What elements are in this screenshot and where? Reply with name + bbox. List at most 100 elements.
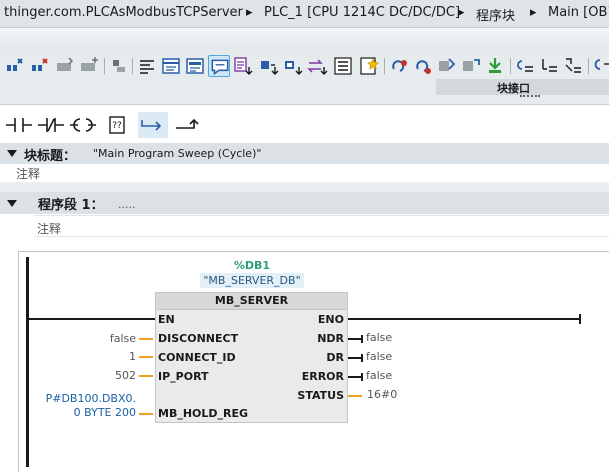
insert-row-icon[interactable] bbox=[54, 55, 76, 77]
open-branch-lad-icon[interactable] bbox=[138, 112, 168, 138]
pin-stub bbox=[139, 338, 153, 340]
splitter-grip[interactable] bbox=[520, 95, 540, 98]
param-ndr-value[interactable]: false bbox=[366, 331, 392, 344]
pin-connect-id: CONNECT_ID bbox=[158, 351, 236, 364]
pin-stub bbox=[348, 338, 362, 340]
insert-network-icon[interactable] bbox=[4, 55, 26, 77]
no-contact-icon[interactable] bbox=[4, 112, 34, 138]
pin-error: ERROR bbox=[301, 370, 344, 383]
network-title: 程序段 1： bbox=[38, 198, 104, 213]
block-comment-text[interactable]: 注释 bbox=[16, 165, 40, 182]
breadcrumb-program-blocks[interactable]: 程序块 bbox=[476, 5, 515, 24]
toolbar-separator bbox=[588, 58, 589, 74]
compare-icon[interactable] bbox=[592, 55, 609, 77]
block-title-value[interactable]: "Main Program Sweep (Cycle)" bbox=[93, 147, 261, 160]
param-dr-value[interactable]: false bbox=[366, 350, 392, 363]
empty-box-icon[interactable]: ?? bbox=[102, 112, 132, 138]
comment-bubble-icon[interactable] bbox=[208, 55, 230, 77]
go-online-icon[interactable] bbox=[388, 55, 410, 77]
breadcrumb-plc[interactable]: PLC_1 [CPU 1214C DC/DC/DC] bbox=[264, 5, 460, 20]
tia-portal-editor: thinger.com.PLCAsModbusTCPServer ▸ PLC_1… bbox=[0, 0, 609, 472]
toolbar-separator bbox=[384, 58, 385, 74]
assignment-list-icon[interactable] bbox=[538, 55, 560, 77]
pin-stub bbox=[348, 357, 362, 359]
breadcrumb: thinger.com.PLCAsModbusTCPServer ▸ PLC_1… bbox=[0, 0, 609, 28]
pin-en: EN bbox=[158, 313, 175, 326]
pin-stub-end bbox=[361, 373, 363, 381]
absolute-address-icon[interactable] bbox=[136, 55, 158, 77]
download-green-icon[interactable] bbox=[484, 55, 506, 77]
pin-disconnect: DISCONNECT bbox=[158, 332, 239, 345]
en-wire bbox=[29, 318, 155, 320]
function-block-name[interactable]: MB_SERVER bbox=[155, 294, 348, 307]
monitor-icon[interactable] bbox=[436, 55, 458, 77]
network-title-placeholder[interactable]: ..... bbox=[118, 198, 135, 211]
breadcrumb-separator: ▸ bbox=[246, 5, 253, 20]
pin-stub-end bbox=[361, 354, 363, 362]
pin-ip-port: IP_PORT bbox=[158, 370, 209, 383]
pin-status: STATUS bbox=[297, 389, 344, 402]
eno-wire bbox=[348, 318, 580, 320]
block-title-header[interactable] bbox=[0, 143, 609, 164]
monitoring-list-icon[interactable] bbox=[232, 55, 254, 77]
network-comment-field[interactable] bbox=[34, 215, 609, 237]
modify-icon[interactable] bbox=[460, 55, 482, 77]
breadcrumb-separator: ▸ bbox=[458, 5, 465, 20]
add-row-icon[interactable] bbox=[78, 55, 100, 77]
section-gap bbox=[0, 182, 609, 192]
favorites-star-icon[interactable] bbox=[358, 55, 380, 77]
coil-icon[interactable] bbox=[68, 112, 98, 138]
param-mb-hold-reg-value-line2[interactable]: 0 BYTE 200 bbox=[30, 406, 136, 419]
pin-stub bbox=[348, 376, 362, 378]
pin-ndr: NDR bbox=[317, 332, 344, 345]
editor-toolbar bbox=[0, 52, 609, 80]
toolbar-separator bbox=[132, 58, 133, 74]
collapse-triangle-icon[interactable] bbox=[7, 150, 17, 157]
download-instance-icon[interactable] bbox=[282, 55, 304, 77]
nc-contact-icon[interactable] bbox=[36, 112, 66, 138]
pin-stub bbox=[139, 413, 153, 415]
pin-stub-end bbox=[361, 335, 363, 343]
block-interface-label[interactable]: 块接口 bbox=[497, 80, 530, 96]
pin-mb-hold-reg: MB_HOLD_REG bbox=[158, 407, 249, 420]
pin-stub bbox=[139, 356, 153, 358]
network-comment-text[interactable]: 注释 bbox=[37, 220, 61, 237]
pin-stub bbox=[139, 375, 153, 377]
section-gap bbox=[0, 238, 609, 252]
breadcrumb-separator: ▸ bbox=[530, 5, 537, 20]
delete-network-icon[interactable] bbox=[29, 55, 51, 77]
param-error-value[interactable]: false bbox=[366, 369, 392, 382]
breadcrumb-project[interactable]: thinger.com.PLCAsModbusTCPServer bbox=[4, 5, 243, 20]
lad-instruction-bar: ?? bbox=[0, 104, 609, 142]
param-ip-port-value[interactable]: 502 bbox=[60, 369, 136, 382]
go-offline-icon[interactable] bbox=[412, 55, 434, 77]
toolbar-top-strip bbox=[0, 28, 609, 50]
instance-db-name[interactable]: %DB1 bbox=[200, 259, 304, 272]
overview-list-icon[interactable] bbox=[332, 55, 354, 77]
pin-dr: DR bbox=[326, 351, 344, 364]
param-mb-hold-reg-value-line1[interactable]: P#DB100.DBX0. bbox=[30, 392, 136, 405]
param-status-value[interactable]: 16#0 bbox=[367, 388, 397, 401]
power-rail bbox=[26, 257, 29, 467]
toolbar-separator bbox=[510, 58, 511, 74]
convert-block-icon[interactable] bbox=[306, 55, 328, 77]
breadcrumb-main[interactable]: Main [OB1] bbox=[548, 5, 609, 20]
call-structure-icon[interactable] bbox=[514, 55, 536, 77]
download-block-icon[interactable] bbox=[258, 55, 280, 77]
svg-text:??: ?? bbox=[112, 121, 122, 131]
wire-end-marker bbox=[579, 314, 581, 324]
block-comment-field[interactable] bbox=[14, 164, 609, 182]
block-title-label: 块标题： bbox=[24, 149, 77, 164]
instance-db-symbol[interactable]: "MB_SERVER_DB" bbox=[200, 273, 304, 288]
network-comments-icon[interactable] bbox=[184, 55, 206, 77]
show-favorites-icon[interactable] bbox=[160, 55, 182, 77]
toolbar-separator bbox=[104, 58, 105, 74]
pin-eno: ENO bbox=[317, 313, 344, 326]
pin-stub bbox=[348, 395, 362, 397]
cross-reference-icon[interactable] bbox=[562, 55, 584, 77]
open-branch-icon[interactable] bbox=[108, 55, 130, 77]
param-disconnect-value[interactable]: false bbox=[60, 332, 136, 345]
param-connect-id-value[interactable]: 1 bbox=[60, 350, 136, 363]
collapse-triangle-icon[interactable] bbox=[7, 200, 17, 207]
close-branch-icon[interactable] bbox=[172, 112, 202, 138]
